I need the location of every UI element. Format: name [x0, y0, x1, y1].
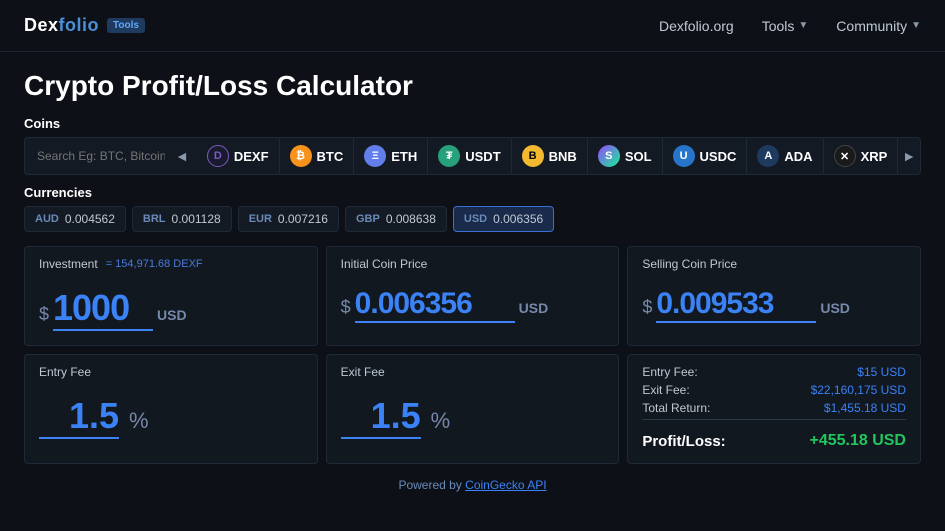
- header-left: Dexfolio Tools: [24, 15, 145, 36]
- coin-bnb[interactable]: B BNB: [512, 138, 588, 174]
- coin-btc-label: BTC: [317, 149, 344, 164]
- coins-row: ◄ D DEXF ₿ BTC Ξ ETH ₮ USDT B BNB S SOL …: [24, 137, 921, 175]
- footer: Powered by CoinGecko API: [24, 478, 921, 502]
- coin-usdc[interactable]: U USDC: [663, 138, 748, 174]
- investment-card: Investment = 154,971.68 DEXF $ USD: [24, 246, 318, 346]
- coin-dexf-label: DEXF: [234, 149, 269, 164]
- selling-price-dollar: $: [642, 297, 652, 318]
- coin-xrp[interactable]: ✕ XRP: [824, 138, 899, 174]
- selling-price-label: Selling Coin Price: [642, 257, 906, 271]
- exit-fee-summary-row: Exit Fee: $22,160,175 USD: [642, 383, 906, 397]
- exit-fee-summary-label: Exit Fee:: [642, 383, 689, 397]
- investment-value-row: $ USD: [39, 287, 303, 331]
- profit-loss-value: +455.18 USD: [809, 432, 906, 450]
- coin-eth-label: ETH: [391, 149, 417, 164]
- calc-bottom-row: Entry Fee % Exit Fee % Entry Fee: $15 US…: [24, 354, 921, 464]
- entry-fee-summary-row: Entry Fee: $15 USD: [642, 365, 906, 379]
- dexf-icon: D: [207, 145, 229, 167]
- selling-price-value-row: $ USD: [642, 287, 906, 323]
- coins-next-button[interactable]: ►: [898, 148, 920, 164]
- currency-eur[interactable]: EUR 0.007216: [238, 206, 339, 232]
- header-nav: Dexfolio.org Tools ▼ Community ▼: [659, 18, 921, 34]
- header: Dexfolio Tools Dexfolio.org Tools ▼ Comm…: [0, 0, 945, 52]
- calc-top-row: Investment = 154,971.68 DEXF $ USD Initi…: [24, 246, 921, 346]
- profit-loss-divider: [642, 419, 906, 426]
- coin-sol[interactable]: S SOL: [588, 138, 663, 174]
- nav-dexfolio[interactable]: Dexfolio.org: [659, 18, 734, 34]
- currency-aud[interactable]: AUD 0.004562: [24, 206, 126, 232]
- bnb-icon: B: [522, 145, 544, 167]
- selling-price-card: Selling Coin Price $ USD: [627, 246, 921, 346]
- currency-brl[interactable]: BRL 0.001128: [132, 206, 232, 232]
- coin-btc[interactable]: ₿ BTC: [280, 138, 355, 174]
- entry-fee-summary-label: Entry Fee:: [642, 365, 697, 379]
- coins-label: Coins: [24, 116, 921, 131]
- total-return-label: Total Return:: [642, 401, 710, 415]
- btc-icon: ₿: [290, 145, 312, 167]
- xrp-icon: ✕: [834, 145, 856, 167]
- entry-fee-value-row: %: [39, 395, 303, 439]
- coin-xrp-label: XRP: [861, 149, 888, 164]
- coin-usdt-label: USDT: [465, 149, 500, 164]
- eth-icon: Ξ: [364, 145, 386, 167]
- total-return-value: $1,455.18 USD: [824, 401, 906, 415]
- exit-fee-unit: %: [431, 408, 451, 434]
- sol-icon: S: [598, 145, 620, 167]
- initial-price-label: Initial Coin Price: [341, 257, 605, 271]
- currency-gbp[interactable]: GBP 0.008638: [345, 206, 447, 232]
- exit-fee-input[interactable]: [341, 395, 421, 439]
- entry-fee-label: Entry Fee: [39, 365, 303, 379]
- coin-dexf[interactable]: D DEXF: [197, 138, 280, 174]
- investment-label: Investment = 154,971.68 DEXF: [39, 257, 303, 271]
- summary-card: Entry Fee: $15 USD Exit Fee: $22,160,175…: [627, 354, 921, 464]
- coin-ada[interactable]: A ADA: [747, 138, 823, 174]
- ada-icon: A: [757, 145, 779, 167]
- chevron-down-icon: ▼: [911, 20, 921, 31]
- initial-price-card: Initial Coin Price $ USD: [326, 246, 620, 346]
- footer-text: Powered by: [398, 478, 465, 492]
- exit-fee-card: Exit Fee %: [326, 354, 620, 464]
- entry-fee-input[interactable]: [39, 395, 119, 439]
- investment-input[interactable]: [53, 287, 153, 331]
- chevron-down-icon: ▼: [798, 20, 808, 31]
- entry-fee-card: Entry Fee %: [24, 354, 318, 464]
- currencies-label: Currencies: [24, 185, 921, 200]
- investment-dollar: $: [39, 304, 49, 325]
- coins-prev-button[interactable]: ◄: [171, 148, 193, 164]
- selling-price-currency: USD: [820, 300, 850, 316]
- coin-bnb-label: BNB: [549, 149, 577, 164]
- initial-price-currency: USD: [519, 300, 549, 316]
- initial-price-input[interactable]: [355, 287, 515, 323]
- profit-loss-row: Profit/Loss: +455.18 USD: [642, 432, 906, 450]
- nav-tools[interactable]: Tools ▼: [762, 18, 809, 34]
- selling-price-input[interactable]: [656, 287, 816, 323]
- tools-badge: Tools: [107, 18, 145, 33]
- main-content: Crypto Profit/Loss Calculator Coins ◄ D …: [0, 52, 945, 502]
- exit-fee-value-row: %: [341, 395, 605, 439]
- coin-usdt[interactable]: ₮ USDT: [428, 138, 511, 174]
- search-input[interactable]: [31, 149, 171, 163]
- exit-fee-label: Exit Fee: [341, 365, 605, 379]
- investment-sub: = 154,971.68 DEXF: [106, 258, 203, 270]
- coingecko-link[interactable]: CoinGecko API: [465, 478, 546, 492]
- coin-usdc-label: USDC: [700, 149, 737, 164]
- initial-price-value-row: $ USD: [341, 287, 605, 323]
- page-title: Crypto Profit/Loss Calculator: [24, 70, 921, 102]
- total-return-summary-row: Total Return: $1,455.18 USD: [642, 401, 906, 415]
- usdt-icon: ₮: [438, 145, 460, 167]
- investment-currency: USD: [157, 307, 187, 323]
- entry-fee-summary-value: $15 USD: [857, 365, 906, 379]
- coin-eth[interactable]: Ξ ETH: [354, 138, 428, 174]
- logo: Dexfolio: [24, 15, 99, 36]
- usdc-icon: U: [673, 145, 695, 167]
- currency-usd[interactable]: USD 0.006356: [453, 206, 554, 232]
- entry-fee-unit: %: [129, 408, 149, 434]
- coin-sol-label: SOL: [625, 149, 652, 164]
- initial-price-dollar: $: [341, 297, 351, 318]
- currencies-row: AUD 0.004562 BRL 0.001128 EUR 0.007216 G…: [24, 206, 921, 232]
- exit-fee-summary-value: $22,160,175 USD: [811, 383, 906, 397]
- nav-community[interactable]: Community ▼: [836, 18, 921, 34]
- coin-ada-label: ADA: [784, 149, 812, 164]
- profit-loss-label: Profit/Loss:: [642, 433, 725, 450]
